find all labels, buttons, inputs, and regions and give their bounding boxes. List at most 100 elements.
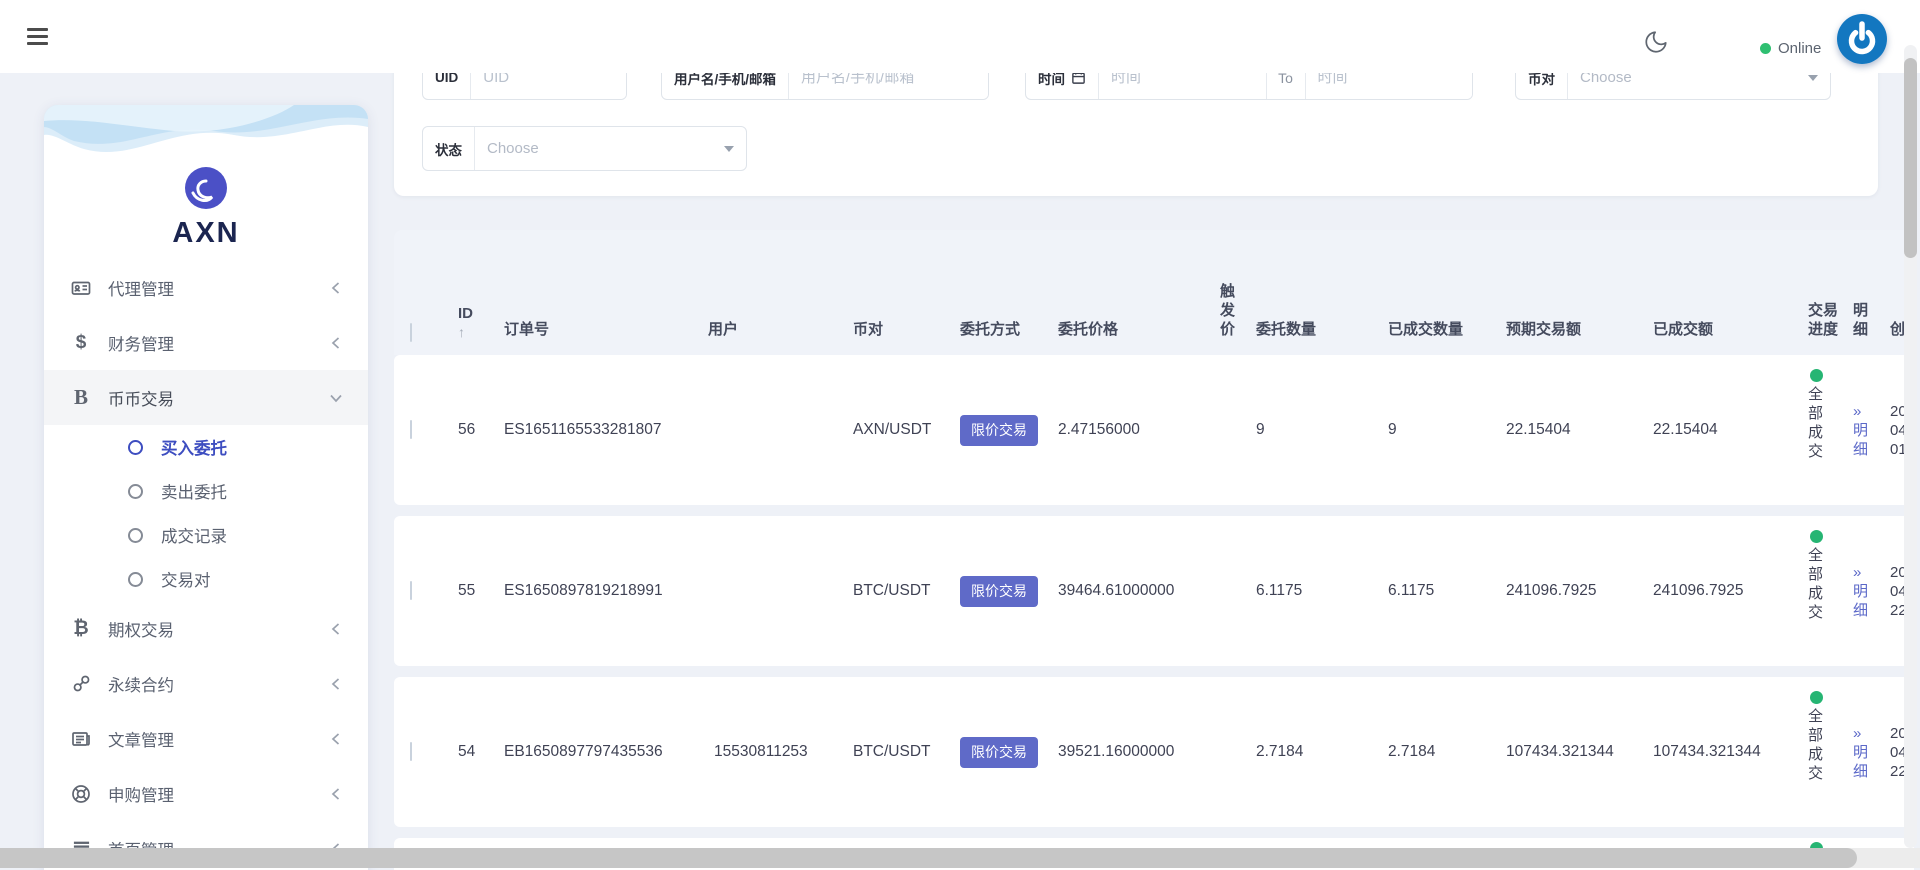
sidebar-subitem-sell-orders[interactable]: 卖出委托 [44,469,368,513]
sidebar-item-label: 财务管理 [108,331,330,355]
detail-link[interactable]: »明细 [1853,563,1882,620]
col-header-trigger: 触发价 [1220,283,1235,338]
dollar-icon: $ [70,332,92,354]
sidebar-subitem-label: 交易对 [161,567,211,591]
progress-dot-icon [1810,691,1823,704]
table-row: 56 ES1651165533281807 AXN/USDT 限价交易 2.47… [394,355,1914,505]
orders-table: ID ↑ 订单号 用户 币对 委托方式 委托价格 触发价 委托数量 已成交数量 … [394,230,1914,870]
col-header-order-no: 订单号 [496,318,700,355]
col-header-filled-total: 已成交额 [1645,318,1800,355]
row-checkbox[interactable] [410,420,412,439]
table-row: 54 EB1650897797435536 15530811253 BTC/US… [394,677,1914,827]
cell-price: 39464.61000000 [1050,582,1212,600]
cell-user: 15530811253 [700,743,845,761]
sidebar-item-label: 永续合约 [108,672,330,696]
row-checkbox[interactable] [410,581,412,600]
sidebar-item-label: 期权交易 [108,617,330,641]
radio-circle-icon [128,528,143,543]
coin-b-icon: B [70,385,92,410]
cell-price: 39521.16000000 [1050,743,1212,761]
cell-order-no: EB1650897797435536 [496,743,700,761]
sidebar-subitem-trading-pairs[interactable]: 交易对 [44,557,368,601]
col-header-price: 委托价格 [1050,318,1212,355]
detail-link[interactable]: »明细 [1853,402,1882,459]
sidebar-item-label: 申购管理 [108,782,330,806]
double-arrow-icon: » [1853,724,1882,743]
status-filter-group: 状态 Choose [422,126,747,171]
hamburger-menu-icon[interactable] [27,28,49,45]
select-all-checkbox[interactable] [410,323,412,342]
sidebar-item-subscription-mgmt[interactable]: 申购管理 [44,766,368,821]
cell-expected-total: 241096.7925 [1498,582,1645,600]
col-header-user: 用户 [700,318,845,355]
col-header-expected-total: 预期交易额 [1498,318,1645,355]
sidebar-subitem-label: 卖出委托 [161,479,227,503]
chevron-left-icon [330,677,342,691]
col-header-method: 委托方式 [952,318,1050,355]
cell-order-no: ES1651165533281807 [496,421,700,439]
id-card-icon [70,278,92,298]
sidebar-item-perpetual-contracts[interactable]: 永续合约 [44,656,368,711]
sidebar-subitem-trade-records[interactable]: 成交记录 [44,513,368,557]
sidebar-item-agent-mgmt[interactable]: 代理管理 [44,260,368,315]
vertical-scrollbar-thumb[interactable] [1904,58,1917,258]
dark-mode-toggle-icon[interactable] [1643,29,1669,55]
sidebar-subitem-label: 成交记录 [161,523,227,547]
sort-asc-icon[interactable]: ↑ [458,325,496,339]
cell-expected-total: 22.15404 [1498,421,1645,439]
sidebar-item-label: 文章管理 [108,727,330,751]
radio-circle-icon [128,572,143,587]
cell-filled-total: 22.15404 [1645,421,1800,439]
chevron-left-icon [330,622,342,636]
sidebar-item-article-mgmt[interactable]: 文章管理 [44,711,368,766]
limit-order-badge: 限价交易 [960,415,1038,446]
online-status: Online [1760,40,1821,57]
online-label: Online [1778,40,1821,57]
avatar[interactable] [1837,14,1887,64]
brand-name: AXN [44,217,368,250]
cell-filled-amount: 9 [1380,421,1498,439]
cell-filled-amount: 6.1175 [1380,582,1498,600]
cell-id: 56 [450,421,496,439]
cell-filled-total: 107434.321344 [1645,743,1800,761]
sidebar-item-options-trading[interactable]: ₿ 期权交易 [44,601,368,656]
limit-order-badge: 限价交易 [960,576,1038,607]
link-icon [70,674,92,693]
sidebar-item-spot-trading[interactable]: B 币币交易 [44,370,368,425]
status-select[interactable]: Choose [475,127,746,170]
status-filter-label: 状态 [423,127,475,170]
col-header-progress: 交易进度 [1808,302,1838,338]
sidebar-menu: 代理管理 $ 财务管理 B 币币交易 买入委托 卖出委托 [44,260,368,870]
lifebuoy-icon [70,784,92,804]
limit-order-badge: 限价交易 [960,737,1038,768]
table-header-row: ID ↑ 订单号 用户 币对 委托方式 委托价格 触发价 委托数量 已成交数量 … [394,230,1914,355]
cell-progress: 全部成交 [1800,516,1845,622]
bitcoin-icon: ₿ [70,618,92,640]
cell-pair: BTC/USDT [845,743,952,761]
cell-order-no: ES1650897819218991 [496,582,700,600]
sidebar-subitem-buy-orders[interactable]: 买入委托 [44,425,368,469]
cell-pair: BTC/USDT [845,582,952,600]
cell-id: 55 [450,582,496,600]
cell-expected-total: 107434.321344 [1498,743,1645,761]
col-header-detail: 明细 [1853,302,1868,338]
col-header-id[interactable]: ID ↑ [450,305,496,355]
cell-amount: 2.7184 [1248,743,1380,761]
double-arrow-icon: » [1853,402,1882,421]
sidebar-subitem-label: 买入委托 [161,435,227,459]
sidebar-item-finance-mgmt[interactable]: $ 财务管理 [44,315,368,370]
row-checkbox[interactable] [410,742,412,761]
topbar: Online [0,0,1920,73]
cell-amount: 9 [1248,421,1380,439]
progress-dot-icon [1810,369,1823,382]
table-row: 55 ES1650897819218991 BTC/USDT 限价交易 3946… [394,516,1914,666]
cell-progress: 全部成交 [1800,355,1845,461]
col-header-pair: 币对 [845,318,952,355]
cell-id: 54 [450,743,496,761]
detail-link[interactable]: »明细 [1853,724,1882,781]
chevron-left-icon [330,281,342,295]
sidebar: AXN 代理管理 $ 财务管理 B 币币交易 买入委托 [44,105,368,870]
cell-filled-total: 241096.7925 [1645,582,1800,600]
brand-logo-icon [185,167,227,209]
horizontal-scrollbar-thumb[interactable] [0,848,1857,868]
